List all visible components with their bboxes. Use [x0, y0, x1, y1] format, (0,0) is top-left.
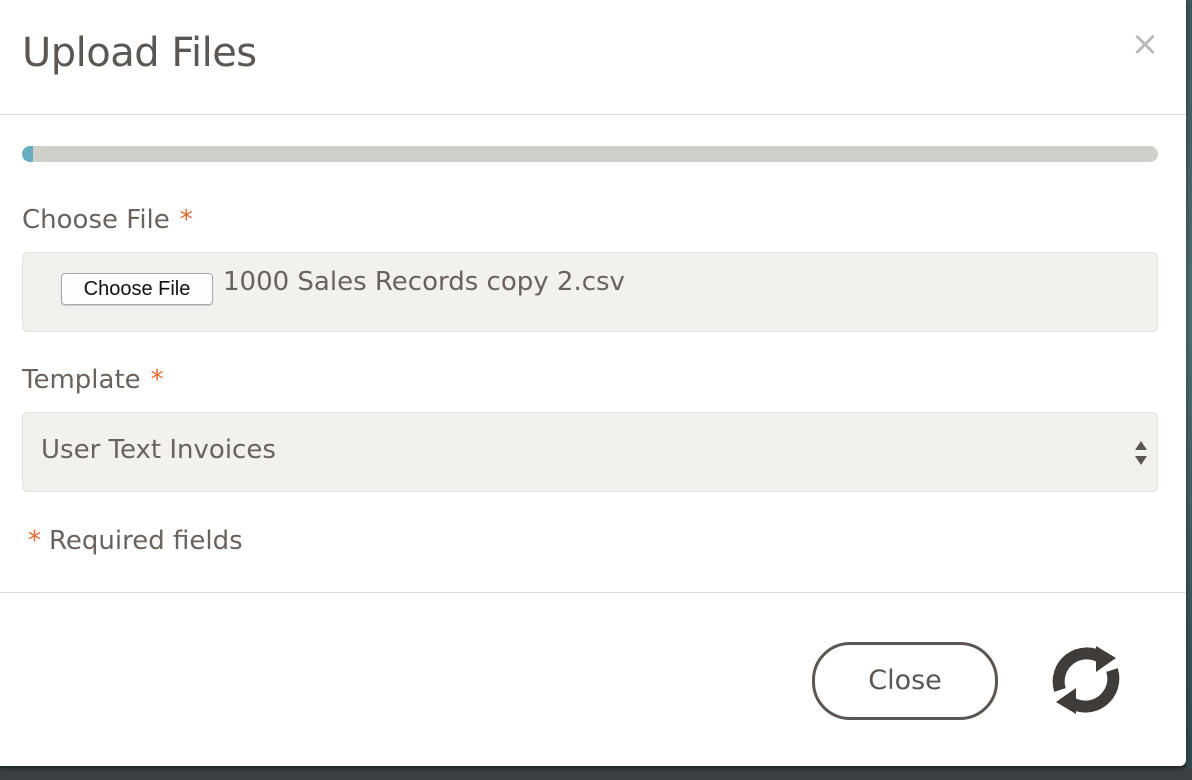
- required-marker: *: [179, 205, 193, 235]
- choose-file-button[interactable]: Choose File: [61, 273, 213, 305]
- close-button[interactable]: Close: [812, 642, 998, 720]
- upload-files-dialog: Upload Files × Choose File * Choose File …: [0, 0, 1186, 766]
- required-fields-note: * Required fields: [28, 526, 243, 556]
- refresh-icon[interactable]: [1046, 644, 1126, 716]
- choose-file-label-text: Choose File: [22, 205, 170, 235]
- template-label-text: Template: [22, 365, 141, 395]
- file-input-field[interactable]: Choose File 1000 Sales Records copy 2.cs…: [22, 252, 1158, 332]
- upload-progress-bar: [22, 146, 1158, 162]
- footer-divider: [0, 592, 1186, 593]
- template-select[interactable]: User Text Invoices: [22, 412, 1158, 492]
- selected-file-name: 1000 Sales Records copy 2.csv: [223, 267, 625, 297]
- template-label: Template *: [22, 365, 164, 395]
- backdrop-bottom: [0, 768, 1192, 780]
- dialog-header: Upload Files ×: [0, 0, 1186, 115]
- select-arrows-icon: [1135, 441, 1147, 465]
- required-marker: *: [150, 365, 164, 395]
- required-fields-text: Required fields: [49, 526, 243, 556]
- dialog-title: Upload Files: [22, 30, 257, 76]
- upload-progress-fill: [22, 146, 34, 162]
- backdrop: [1186, 0, 1192, 780]
- choose-file-label: Choose File *: [22, 205, 193, 235]
- template-selected-value: User Text Invoices: [41, 435, 276, 465]
- required-marker: *: [28, 526, 41, 556]
- close-icon[interactable]: ×: [1130, 26, 1160, 62]
